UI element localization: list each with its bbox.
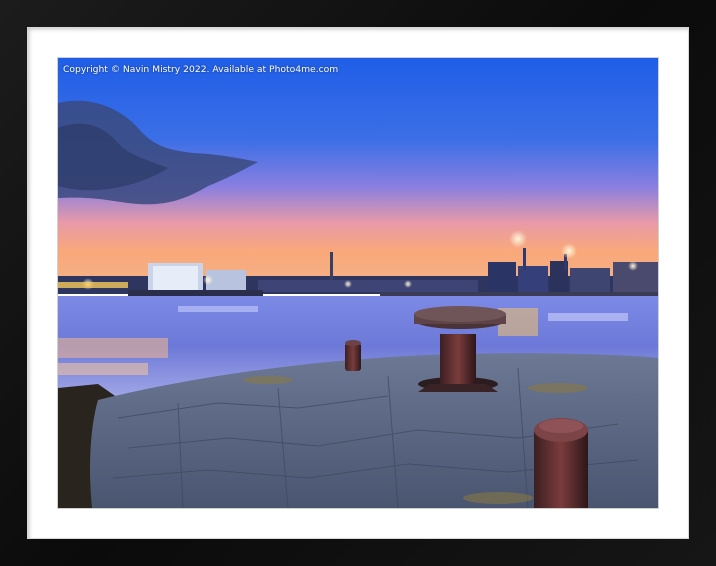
harbour-photo: Copyright © Navin Mistry 2022. Available… bbox=[58, 58, 658, 508]
copyright-watermark: Copyright © Navin Mistry 2022. Available… bbox=[63, 64, 339, 75]
harbour-scene bbox=[58, 58, 658, 508]
foreground-bollard bbox=[534, 418, 588, 508]
small-bollard bbox=[345, 340, 361, 371]
